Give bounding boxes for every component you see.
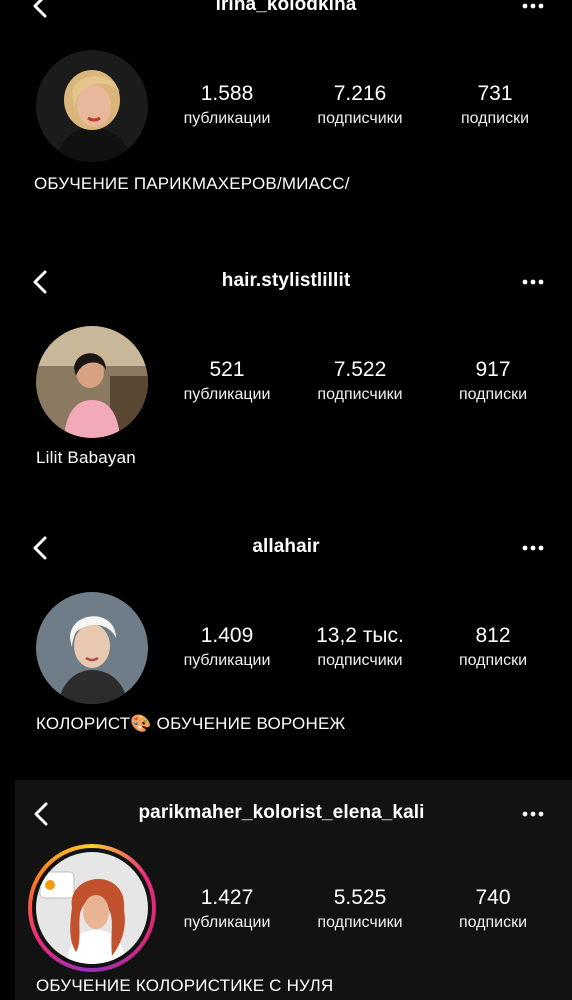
stat-value: 1.588: [200, 82, 254, 105]
stat-following[interactable]: 740 подписки: [428, 886, 558, 934]
stat-label: подписки: [458, 386, 528, 403]
profile-bio: ОБУЧЕНИЕ КОЛОРИСТИКЕ С НУЛЯ: [36, 976, 334, 995]
stat-label: подписки: [458, 652, 528, 669]
bio-cutoff: [36, 199, 536, 205]
stat-followers[interactable]: 13,2 тыс. подписчики: [295, 624, 425, 672]
stat-label: публикации: [183, 652, 271, 669]
stat-label: публикации: [183, 110, 271, 127]
profile-panel-4: parikmaher_kolorist_elena_kali 1.427 пуб…: [15, 780, 572, 1000]
stat-posts[interactable]: 1.588 публикации: [162, 82, 292, 130]
stat-label: подписчики: [317, 386, 403, 403]
profile-username: allahair: [252, 536, 320, 557]
stat-followers[interactable]: 7.216 подписчики: [295, 82, 425, 130]
stat-value: 917: [475, 358, 511, 381]
profile-username: parikmaher_kolorist_elena_kali: [138, 802, 425, 823]
profile-avatar[interactable]: [36, 852, 148, 964]
profile-avatar[interactable]: [36, 592, 148, 704]
stat-label: публикации: [183, 914, 271, 931]
profile-bio: Lilit Babayan: [36, 448, 136, 467]
stat-following[interactable]: 917 подписки: [428, 358, 558, 406]
stat-following[interactable]: 731 подписки: [430, 82, 560, 130]
stat-posts[interactable]: 1.427 публикации: [162, 886, 292, 934]
profile-panel-2: hair.stylistlillit 521 публикации 7.522 …: [0, 262, 572, 480]
more-options-icon[interactable]: [520, 0, 546, 18]
stat-label: публикации: [183, 386, 271, 403]
profile-avatar[interactable]: [36, 326, 148, 438]
stat-label: подписчики: [317, 110, 403, 127]
profile-panel-3: allahair 1.409 публикации 13,2 тыс. подп…: [0, 528, 572, 748]
profile-header: hair.stylistlillit: [0, 262, 572, 302]
stat-label: подписки: [460, 110, 530, 127]
stat-value: 812: [475, 624, 511, 647]
profile-bio: ОБУЧЕНИЕ ПАРИКМАХЕРОВ/МИАСС/: [34, 174, 350, 193]
profile-header: irina_kolodkina: [0, 0, 572, 26]
stat-value: 7.216: [333, 82, 387, 105]
stat-label: подписчики: [317, 652, 403, 669]
profile-header: allahair: [0, 528, 572, 568]
stat-followers[interactable]: 5.525 подписчики: [295, 886, 425, 934]
story-ring[interactable]: [28, 844, 156, 972]
stat-following[interactable]: 812 подписки: [428, 624, 558, 672]
more-options-icon[interactable]: [520, 536, 546, 560]
more-options-icon[interactable]: [520, 802, 546, 826]
profile-username: irina_kolodkina: [215, 0, 357, 15]
stat-label: подписки: [458, 914, 528, 931]
stat-followers[interactable]: 7.522 подписчики: [295, 358, 425, 406]
stat-label: подписчики: [317, 914, 403, 931]
stat-value: 731: [477, 82, 513, 105]
stat-posts[interactable]: 521 публикации: [162, 358, 292, 406]
stat-value: 13,2 тыс.: [316, 624, 404, 647]
profile-username: hair.stylistlillit: [221, 270, 351, 291]
profile-panel-1: irina_kolodkina 1.588 публикации 7.216 п…: [0, 0, 572, 205]
more-options-icon[interactable]: [520, 270, 546, 294]
stat-value: 521: [209, 358, 245, 381]
stat-posts[interactable]: 1.409 публикации: [162, 624, 292, 672]
stat-value: 5.525: [333, 886, 387, 909]
profile-avatar[interactable]: [36, 50, 148, 162]
stat-value: 1.427: [200, 886, 254, 909]
profile-header: parikmaher_kolorist_elena_kali: [15, 794, 572, 834]
stat-value: 7.522: [333, 358, 387, 381]
stat-value: 740: [475, 886, 511, 909]
stat-value: 1.409: [200, 624, 254, 647]
profile-bio: КОЛОРИСТ🎨 ОБУЧЕНИЕ ВОРОНЕЖ: [36, 714, 346, 733]
